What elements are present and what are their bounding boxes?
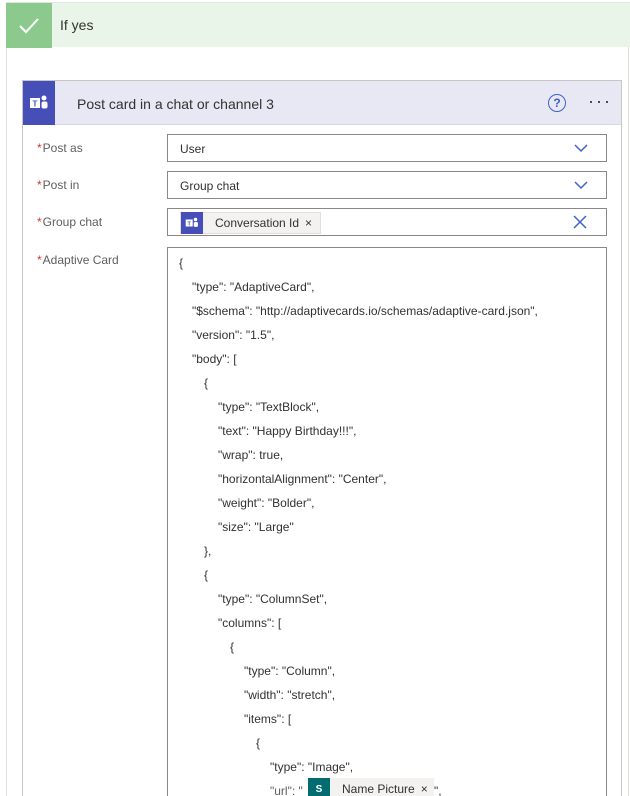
json-line: "type": "ColumnSet", xyxy=(218,592,328,606)
action-card: T Post card in a chat or channel 3 ? ···… xyxy=(22,80,622,796)
teams-icon: T xyxy=(181,212,203,234)
post-as-label: *Post as xyxy=(37,141,83,155)
json-line: "width": "stretch", xyxy=(244,688,336,702)
flow-designer-canvas: If yes T Post card in a chat or channel … xyxy=(0,0,630,796)
json-line: "text": "Happy Birthday!!!", xyxy=(218,424,357,438)
name-picture-token[interactable]: S Name Picture × xyxy=(308,778,434,796)
adaptive-card-editor[interactable]: { "type": "AdaptiveCard", "$schema": "ht… xyxy=(167,247,607,796)
json-line: { xyxy=(204,568,209,582)
remove-token-icon[interactable]: × xyxy=(305,216,312,230)
json-line: { xyxy=(256,736,261,750)
json-line: "type": "Image", xyxy=(270,760,354,774)
json-line: "size": "Large" xyxy=(218,520,294,534)
group-chat-field[interactable]: T Conversation Id × xyxy=(167,208,607,236)
json-line: "$schema": "http://adaptivecards.io/sche… xyxy=(192,304,538,318)
help-icon[interactable]: ? xyxy=(548,94,566,112)
json-line: "horizontalAlignment": "Center", xyxy=(218,472,387,486)
post-in-dropdown[interactable]: Group chat xyxy=(167,171,607,199)
json-line: "columns": [ xyxy=(218,616,282,630)
remove-token-icon[interactable]: × xyxy=(421,782,428,796)
svg-text:T: T xyxy=(187,221,191,227)
sharepoint-icon: S xyxy=(308,778,330,796)
json-line: "version": "1.5", xyxy=(192,328,275,342)
json-line: "wrap": true, xyxy=(218,448,284,462)
if-yes-branch-header[interactable]: If yes xyxy=(6,2,630,48)
json-line: "items": [ xyxy=(244,712,292,726)
token-label: Name Picture xyxy=(342,782,415,796)
post-in-value: Group chat xyxy=(180,179,240,193)
json-line: { xyxy=(204,376,209,390)
post-as-dropdown[interactable]: User xyxy=(167,134,607,162)
chevron-down-icon xyxy=(574,181,588,190)
json-line-suffix: ", xyxy=(434,784,442,796)
json-line: "weight": "Bolder", xyxy=(218,496,315,510)
action-card-header[interactable]: T Post card in a chat or channel 3 ? ··· xyxy=(23,81,621,125)
json-line: "type": "TextBlock", xyxy=(218,400,320,414)
token-label: Conversation Id xyxy=(215,216,300,230)
json-line: }, xyxy=(204,544,212,558)
clear-icon[interactable] xyxy=(572,214,588,230)
json-line: { xyxy=(179,256,184,270)
action-title: Post card in a chat or channel 3 xyxy=(77,96,274,112)
checkmark-icon xyxy=(6,3,52,48)
json-line: { xyxy=(230,640,235,654)
more-options-icon[interactable]: ··· xyxy=(588,91,612,112)
json-line: "type": "AdaptiveCard", xyxy=(192,280,315,294)
chevron-down-icon xyxy=(574,144,588,153)
json-line: "type": "Column", xyxy=(244,664,336,678)
adaptive-card-label: *Adaptive Card xyxy=(37,253,119,267)
post-in-label: *Post in xyxy=(37,178,80,192)
group-chat-label: *Group chat xyxy=(37,215,103,229)
teams-icon: T xyxy=(23,81,55,125)
conversation-id-token[interactable]: T Conversation Id × xyxy=(180,212,322,234)
json-line: "body": [ xyxy=(192,352,237,366)
svg-text:T: T xyxy=(33,100,38,109)
json-line: "url": " xyxy=(270,784,303,796)
branch-title: If yes xyxy=(60,17,94,33)
post-as-value: User xyxy=(180,142,206,156)
